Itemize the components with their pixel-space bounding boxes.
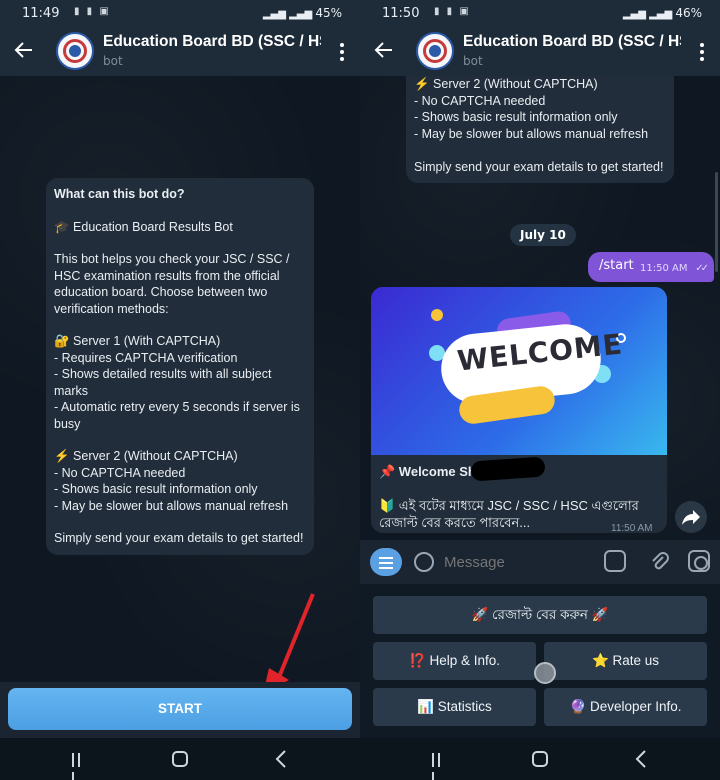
- chat-subtitle: bot: [463, 54, 483, 68]
- welcome-message-card[interactable]: WELCOME 📌 Welcome Shafi 🔰 এই বটের মাধ্যম…: [371, 287, 667, 533]
- signal-icon: ▂▄▆ ▂▄▆: [262, 9, 316, 20]
- nav-back-icon[interactable]: [634, 749, 648, 769]
- rate-us-button[interactable]: ⭐ Rate us: [544, 642, 707, 680]
- status-right: ▂▄▆ ▂▄▆ 45%: [263, 6, 342, 20]
- bot-description-card: What can this bot do? 🎓 Education Board …: [46, 178, 314, 555]
- chat-header: Education Board BD (SSC / HSC) bot: [360, 28, 720, 76]
- chat-area: ⚡ Server 2 (Without CAPTCHA) - No CAPTCH…: [360, 76, 720, 540]
- keyboard-toggle-icon[interactable]: [604, 550, 626, 572]
- start-bar: START: [0, 682, 360, 738]
- nav-back-icon[interactable]: [274, 749, 288, 769]
- bot-keyboard: 🚀 রেজাল্ট বের করুন 🚀 ⁉️ Help & Info. ⭐ R…: [360, 584, 720, 738]
- message-input-bar: [360, 540, 720, 584]
- outgoing-text: /start: [599, 258, 634, 273]
- more-menu-icon[interactable]: [698, 42, 706, 62]
- description-heading: What can this bot do?: [54, 187, 185, 201]
- date-chip: July 10: [510, 224, 576, 246]
- outgoing-message[interactable]: /start 11:50 AM ✓✓: [588, 252, 714, 282]
- description-outro: Simply send your exam details to get sta…: [54, 531, 304, 545]
- emoji-icon[interactable]: [414, 552, 434, 572]
- chat-subtitle: bot: [103, 54, 123, 68]
- chat-title[interactable]: Education Board BD (SSC / HSC): [463, 33, 681, 51]
- status-time: 11:49: [22, 6, 60, 21]
- bot-avatar[interactable]: [416, 32, 454, 70]
- right-screen: 11:50 ▮ ▮ ▣ ▂▄▆ ▂▄▆ 46% Education Board …: [360, 0, 720, 780]
- description-intro: 🎓 Education Board Results Bot: [54, 219, 233, 234]
- get-result-button[interactable]: 🚀 রেজাল্ট বের করুন 🚀: [373, 596, 707, 634]
- more-menu-icon[interactable]: [338, 42, 346, 62]
- description-server2: ⚡ Server 2 (Without CAPTCHA) - No CAPTCH…: [54, 449, 289, 513]
- left-screen: 11:49 ▮ ▮ ▣ ▂▄▆ ▂▄▆ 45% Education Board …: [0, 0, 360, 780]
- description-paragraph: This bot helps you check your JSC / SSC …: [54, 252, 290, 316]
- signal-icon: ▂▄▆ ▂▄▆: [622, 9, 676, 20]
- chat-title[interactable]: Education Board BD (SSC / HSC): [103, 33, 321, 51]
- forward-button[interactable]: [675, 501, 707, 533]
- description-server1: 🔐 Server 1 (With CAPTCHA) - Requires CAP…: [54, 334, 300, 431]
- system-nav-bar: [0, 738, 360, 780]
- notification-icons: ▮ ▮ ▣: [434, 6, 471, 17]
- message-input[interactable]: [444, 550, 594, 574]
- bot-menu-button[interactable]: [370, 548, 402, 576]
- back-arrow-icon[interactable]: [372, 38, 396, 62]
- developer-info-button[interactable]: 🔮 Developer Info.: [544, 688, 707, 726]
- status-bar: 11:50 ▮ ▮ ▣ ▂▄▆ ▂▄▆ 46%: [360, 0, 720, 28]
- battery-level: 46%: [675, 6, 702, 20]
- camera-icon[interactable]: [688, 550, 710, 572]
- home-icon[interactable]: [532, 751, 548, 767]
- touch-indicator: [534, 662, 556, 684]
- home-icon[interactable]: [172, 751, 188, 767]
- redaction-scribble: [470, 456, 546, 482]
- back-arrow-icon[interactable]: [12, 38, 36, 62]
- battery-level: 45%: [315, 6, 342, 20]
- notification-icons: ▮ ▮ ▣: [74, 6, 111, 17]
- forward-icon: [682, 510, 700, 525]
- recent-apps-icon[interactable]: [72, 752, 88, 780]
- outgoing-time: 11:50 AM: [640, 263, 688, 274]
- statistics-button[interactable]: 📊 Statistics: [373, 688, 536, 726]
- help-info-button[interactable]: ⁉️ Help & Info.: [373, 642, 536, 680]
- chat-header: Education Board BD (SSC / HSC) bot: [0, 28, 360, 76]
- recent-apps-icon[interactable]: [432, 752, 448, 780]
- bot-avatar[interactable]: [56, 32, 94, 70]
- status-bar: 11:49 ▮ ▮ ▣ ▂▄▆ ▂▄▆ 45%: [0, 0, 360, 28]
- status-time: 11:50: [382, 6, 420, 21]
- attach-icon[interactable]: [648, 550, 670, 572]
- chat-scrollbar[interactable]: [715, 172, 718, 272]
- previous-bot-message: ⚡ Server 2 (Without CAPTCHA) - No CAPTCH…: [406, 76, 674, 183]
- status-right: ▂▄▆ ▂▄▆ 46%: [623, 6, 702, 20]
- welcome-banner-image[interactable]: WELCOME: [371, 287, 667, 455]
- start-button[interactable]: START: [8, 688, 352, 730]
- read-check-icon: ✓✓: [695, 263, 709, 274]
- system-nav-bar: [360, 738, 720, 780]
- card-time: 11:50 AM: [611, 523, 653, 533]
